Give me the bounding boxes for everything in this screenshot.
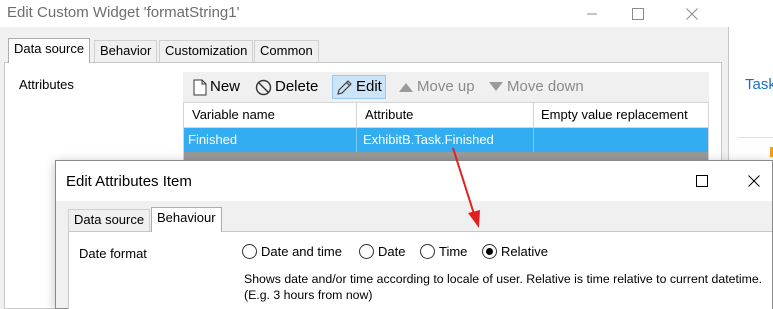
delete-icon <box>255 79 272 95</box>
edit-pencil-icon <box>337 79 352 95</box>
cell-variable-name: Finished <box>188 132 238 147</box>
cell-attribute: ExhibitB.Task.Finished <box>363 132 494 147</box>
close-button[interactable] <box>736 161 772 201</box>
minimize-icon <box>587 13 597 15</box>
edit-attributes-item-dialog: Edit Attributes Item Data source Behavio… <box>55 160 773 309</box>
delete-label: Delete <box>275 78 319 95</box>
new-label: New <box>210 78 241 95</box>
maximize-icon <box>632 8 644 20</box>
edit-button[interactable]: Edit <box>332 75 386 99</box>
column-header-variable-name[interactable]: Variable name <box>192 107 275 122</box>
dialog-title: Edit Attributes Item <box>66 173 192 190</box>
date-format-label: Date format <box>79 246 147 261</box>
maximize-icon <box>696 175 708 187</box>
edit-label: Edit <box>356 78 382 95</box>
column-divider <box>533 103 534 128</box>
column-divider <box>356 128 357 152</box>
radio-label: Relative <box>501 244 548 259</box>
tab-behavior[interactable]: Behavior <box>94 40 158 62</box>
table-row[interactable]: Finished ExhibitB.Task.Finished <box>184 128 708 152</box>
column-divider <box>533 128 534 152</box>
radio-label: Date <box>378 244 406 259</box>
grid-header: Variable name Attribute Empty value repl… <box>184 103 708 128</box>
column-divider <box>356 103 357 128</box>
radio-circle <box>359 244 374 260</box>
radio-label: Date and time <box>261 244 342 259</box>
move-up-label: Move up <box>417 78 475 95</box>
radio-relative[interactable]: Relative <box>482 243 548 261</box>
dialog-title: Edit Custom Widget 'formatString1' <box>7 4 240 21</box>
new-button[interactable]: New <box>189 75 244 99</box>
attributes-grid: Variable name Attribute Empty value repl… <box>183 102 709 162</box>
tab-data-source[interactable]: Data source <box>68 209 151 231</box>
radio-date-and-time[interactable]: Date and time <box>242 243 342 261</box>
column-header-empty-value-replacement[interactable]: Empty value replacement <box>541 107 688 122</box>
title-bar: Edit Attributes Item <box>56 161 772 201</box>
radio-time[interactable]: Time <box>420 243 467 261</box>
delete-button[interactable]: Delete <box>251 75 322 99</box>
radio-date[interactable]: Date <box>359 243 405 261</box>
tab-behaviour[interactable]: Behaviour <box>151 207 222 232</box>
maximize-button[interactable] <box>615 0 661 27</box>
minimize-button[interactable] <box>569 0 615 27</box>
radio-label: Time <box>439 244 468 259</box>
move-down-icon <box>489 82 503 92</box>
maximize-button[interactable] <box>679 161 725 201</box>
attributes-toolbar: New Delete Edit Move up Move down <box>183 72 709 102</box>
move-up-icon <box>399 83 413 93</box>
close-icon <box>748 175 760 187</box>
radio-circle-checked <box>482 244 497 260</box>
title-bar: Edit Custom Widget 'formatString1' <box>0 0 729 27</box>
divider <box>737 137 773 138</box>
radio-circle <box>242 244 257 260</box>
move-up-button[interactable]: Move up <box>394 75 479 99</box>
move-down-button[interactable]: Move down <box>484 75 588 99</box>
close-button[interactable] <box>669 0 715 27</box>
radio-circle <box>420 244 435 260</box>
new-file-icon <box>193 79 207 96</box>
tab-customization[interactable]: Customization <box>159 40 254 62</box>
attributes-label: Attributes <box>19 77 74 92</box>
column-header-attribute[interactable]: Attribute <box>365 107 413 122</box>
tab-common[interactable]: Common <box>254 40 319 62</box>
close-icon <box>686 8 698 20</box>
tab-data-source[interactable]: Data source <box>8 38 91 63</box>
task-link[interactable]: Task <box>745 76 773 93</box>
date-format-description: Shows date and/or time according to loca… <box>244 272 763 302</box>
move-down-label: Move down <box>507 78 584 95</box>
